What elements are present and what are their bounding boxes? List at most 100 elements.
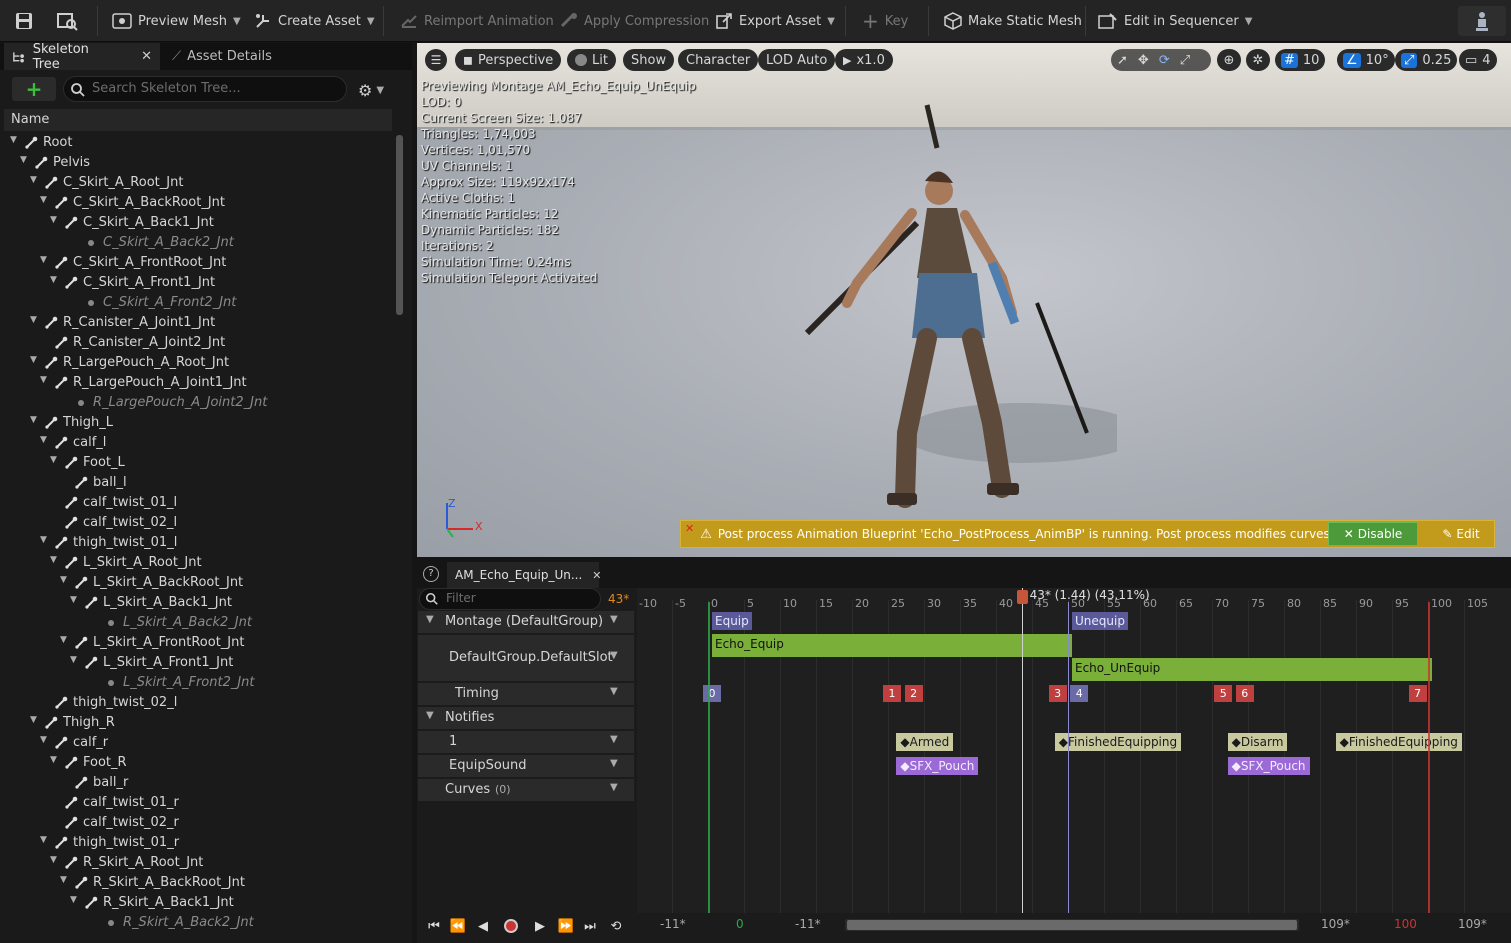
track-timing[interactable]: Timing ▼ xyxy=(418,683,634,705)
skip-end-icon[interactable]: ⏭ xyxy=(579,915,601,937)
notify-event[interactable]: ◆Armed xyxy=(896,733,954,751)
edit-in-sequencer-button[interactable]: Edit in Sequencer ▼ xyxy=(1098,0,1252,42)
timeline-scrollbar[interactable] xyxy=(845,919,1299,931)
tree-row[interactable]: ▼ R_Canister_A_Joint1_Jnt xyxy=(0,313,395,333)
tree-row[interactable]: ▼ Foot_R xyxy=(0,753,395,773)
tree-row[interactable]: ▼ R_Skirt_A_Root_Jnt xyxy=(0,853,395,873)
timing-marker[interactable]: 4 xyxy=(1070,685,1089,702)
tree-row[interactable]: ▼ Pelvis xyxy=(0,153,395,173)
expand-arrow-icon[interactable]: ▼ xyxy=(40,535,47,545)
expand-arrow-icon[interactable]: ▼ xyxy=(60,575,67,585)
skip-start-icon[interactable]: ⏮ xyxy=(423,915,445,937)
notify-event[interactable]: ◆Disarm xyxy=(1227,733,1288,751)
tree-row[interactable]: L_Skirt_A_Front2_Jnt xyxy=(0,673,395,693)
chevron-down-icon[interactable]: ▼ xyxy=(610,734,618,745)
expand-arrow-icon[interactable]: ▼ xyxy=(60,875,67,885)
close-icon[interactable]: ✕ xyxy=(141,49,152,64)
dismiss-icon[interactable]: ✕ xyxy=(685,522,694,535)
track-curves[interactable]: Curves (0) ▼ xyxy=(418,779,634,801)
tree-row[interactable]: ▼ R_Skirt_A_BackRoot_Jnt xyxy=(0,873,395,893)
timing-marker[interactable]: 6 xyxy=(1235,685,1254,702)
range-end-value[interactable]: 109* xyxy=(1321,917,1350,931)
timing-marker[interactable]: 1 xyxy=(883,685,901,702)
tree-row[interactable]: R_LargePouch_A_Joint2_Jnt xyxy=(0,393,395,413)
tree-row[interactable]: ball_r xyxy=(0,773,395,793)
preview-mesh-button[interactable]: Preview Mesh ▼ xyxy=(112,0,241,42)
tree-row[interactable]: L_Skirt_A_Back2_Jnt xyxy=(0,613,395,633)
tree-row[interactable]: C_Skirt_A_Back2_Jnt xyxy=(0,233,395,253)
tree-row[interactable]: ▼ C_Skirt_A_FrontRoot_Jnt xyxy=(0,253,395,273)
tab-skeleton-tree[interactable]: Skeleton Tree ✕ xyxy=(4,42,160,72)
chevron-down-icon[interactable]: ▼ xyxy=(610,686,618,697)
tree-row[interactable]: ▼ thigh_twist_01_r xyxy=(0,833,395,853)
tree-row[interactable]: ▼ Thigh_R xyxy=(0,713,395,733)
search-input[interactable]: Search Skeleton Tree... xyxy=(63,76,347,102)
expand-arrow-icon[interactable]: ▼ xyxy=(70,655,77,665)
tree-scrollbar[interactable] xyxy=(396,135,403,315)
expand-arrow-icon[interactable]: ▼ xyxy=(30,175,37,185)
rotate-icon[interactable]: ⟳ xyxy=(1159,53,1170,68)
select-icon[interactable]: ➚ xyxy=(1117,53,1128,68)
tree-row[interactable]: ▼ C_Skirt_A_Back1_Jnt xyxy=(0,213,395,233)
perspective-button[interactable]: ◼ Perspective xyxy=(455,49,562,71)
tree-row[interactable]: calf_twist_01_r xyxy=(0,793,395,813)
notify-event[interactable]: ◆SFX_Pouch xyxy=(896,757,979,775)
world-local-icon[interactable]: ⊕ xyxy=(1217,49,1241,71)
tree-row[interactable]: ▼ R_LargePouch_A_Root_Jnt xyxy=(0,353,395,373)
tree-row[interactable]: ▼ C_Skirt_A_Front1_Jnt xyxy=(0,273,395,293)
playback-speed-button[interactable]: ▶ x1.0 xyxy=(835,49,893,71)
tree-row[interactable]: calf_twist_01_l xyxy=(0,493,395,513)
expand-arrow-icon[interactable]: ▼ xyxy=(40,255,47,265)
tree-row[interactable]: ball_l xyxy=(0,473,395,493)
tree-row[interactable]: ▼ Thigh_L xyxy=(0,413,395,433)
play-start-value[interactable]: 0 xyxy=(736,917,744,931)
timing-marker[interactable]: 5 xyxy=(1214,685,1233,702)
track-montage[interactable]: ▼ Montage (DefaultGroup) ▼ xyxy=(418,611,634,633)
expand-arrow-icon[interactable]: ▼ xyxy=(426,710,434,721)
expand-arrow-icon[interactable]: ▼ xyxy=(426,614,434,625)
tree-row[interactable]: ▼ R_LargePouch_A_Joint1_Jnt xyxy=(0,373,395,393)
expand-arrow-icon[interactable]: ▼ xyxy=(30,355,37,365)
viewport-menu-button[interactable]: ☰ xyxy=(425,49,447,71)
tree-row[interactable]: ▼ C_Skirt_A_Root_Jnt xyxy=(0,173,395,193)
grid-snap-button[interactable]: # 10 xyxy=(1275,49,1326,71)
edit-button[interactable]: ✎ Edit xyxy=(1431,522,1491,546)
browse-icon[interactable] xyxy=(56,0,78,42)
play-end-value[interactable]: 100 xyxy=(1394,917,1417,931)
track-notify-1[interactable]: 1 ▼ xyxy=(418,731,634,753)
preview-viewport[interactable]: ☰ ◼ Perspective Lit Show Character LOD A… xyxy=(417,43,1511,557)
track-slot[interactable]: DefaultGroup.DefaultSlot ▼ xyxy=(418,635,634,681)
close-icon[interactable]: ✕ xyxy=(592,569,601,582)
tree-row[interactable]: ▼ Root xyxy=(0,133,395,153)
make-static-mesh-button[interactable]: Make Static Mesh xyxy=(944,0,1082,42)
tree-row[interactable]: ▼ L_Skirt_A_FrontRoot_Jnt xyxy=(0,633,395,653)
expand-arrow-icon[interactable]: ▼ xyxy=(40,375,47,385)
expand-arrow-icon[interactable]: ▼ xyxy=(70,595,77,605)
step-back-icon[interactable]: ⏪ xyxy=(447,915,469,937)
slot-segment[interactable]: Echo_Equip xyxy=(712,634,1072,657)
expand-arrow-icon[interactable]: ▼ xyxy=(30,715,37,725)
timing-marker[interactable]: 2 xyxy=(904,685,923,702)
view-end-value[interactable]: 109* xyxy=(1458,917,1487,931)
surface-snap-icon[interactable]: ✲ xyxy=(1246,49,1270,71)
track-equip-sound[interactable]: EquipSound ▼ xyxy=(418,755,634,777)
character-icon[interactable] xyxy=(1458,6,1506,36)
tree-row[interactable]: ▼ Foot_L xyxy=(0,453,395,473)
expand-arrow-icon[interactable]: ▼ xyxy=(40,735,47,745)
montage-section[interactable]: Equip xyxy=(712,612,752,630)
view-start-value[interactable]: -11* xyxy=(660,917,686,931)
lod-button[interactable]: LOD Auto xyxy=(758,49,836,71)
export-asset-button[interactable]: Export Asset ▼ xyxy=(715,0,835,42)
tree-row[interactable]: ▼ L_Skirt_A_Front1_Jnt xyxy=(0,653,395,673)
range-start-value[interactable]: -11* xyxy=(795,917,821,931)
lit-button[interactable]: Lit xyxy=(567,49,616,71)
expand-arrow-icon[interactable]: ▼ xyxy=(40,435,47,445)
key-button[interactable]: + Key xyxy=(862,0,908,42)
expand-arrow-icon[interactable]: ▼ xyxy=(60,635,67,645)
expand-arrow-icon[interactable]: ▼ xyxy=(50,755,57,765)
timing-marker[interactable]: 0 xyxy=(703,685,721,702)
chevron-down-icon[interactable]: ▼ xyxy=(610,650,618,661)
save-icon[interactable] xyxy=(14,0,34,42)
tree-row[interactable]: calf_twist_02_l xyxy=(0,513,395,533)
tree-row[interactable]: C_Skirt_A_Front2_Jnt xyxy=(0,293,395,313)
